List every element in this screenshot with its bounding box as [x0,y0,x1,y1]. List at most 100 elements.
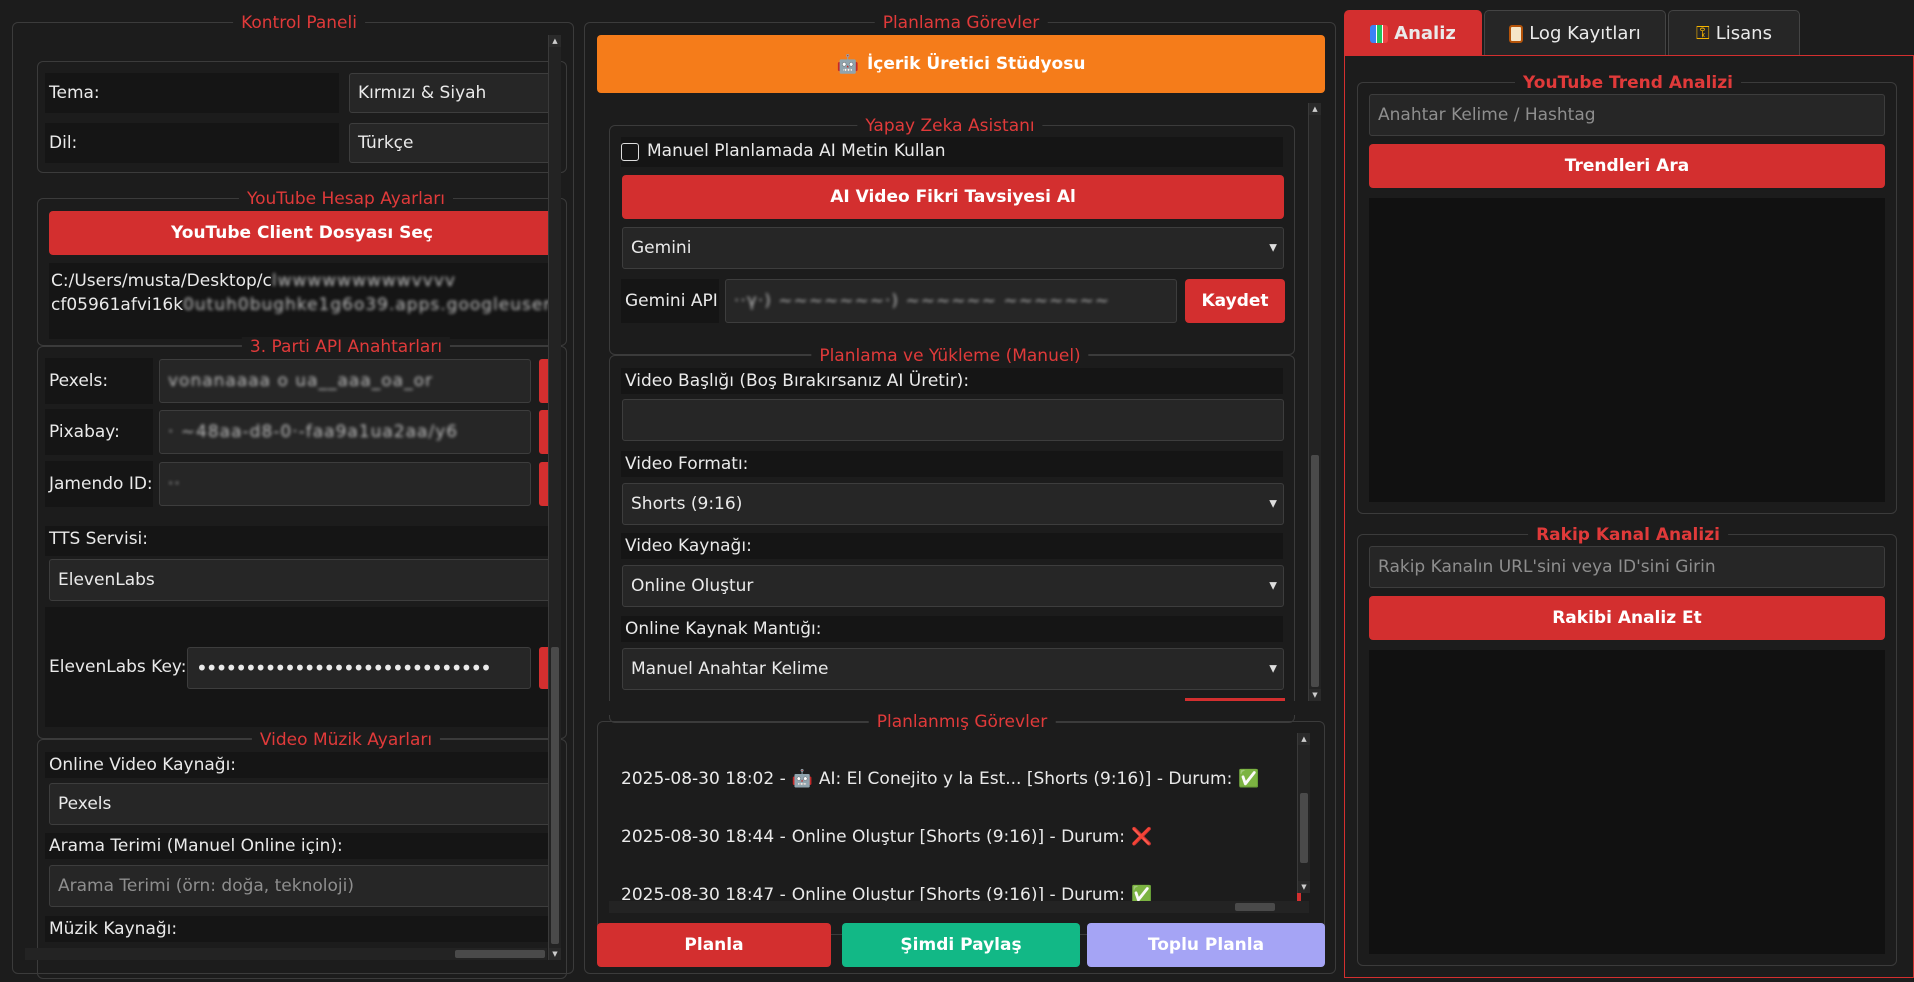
scroll-up-arrow[interactable]: ▲ [1298,733,1310,745]
video-format-value: Shorts (9:16) [631,494,743,514]
content-studio-button[interactable]: 🤖 İçerik Üretici Stüdyosu [597,35,1325,93]
client-path-line2: cf05961afvi16k [51,295,184,315]
language-select[interactable]: Türkçe [349,123,555,163]
search-trends-button[interactable]: Trendleri Ara [1369,144,1885,188]
left-panel-hscroll[interactable] [25,948,547,960]
share-now-button[interactable]: Şimdi Paylaş [842,923,1080,967]
tasks-hscroll-thumb[interactable] [1235,903,1275,911]
planning-panel: Planlama Görevler 🤖 İçerik Üretici Stüdy… [584,13,1336,974]
scroll-up-arrow[interactable]: ▲ [1309,103,1321,115]
chevron-down-icon: ▼ [1269,663,1277,675]
video-format-select[interactable]: Shorts (9:16) ▼ [622,483,1284,525]
elevenlabs-key-input[interactable]: •••••••••••••••••••••••••••••• [187,647,531,689]
analysis-tab-content: YouTube Trend Analizi Anahtar Kelime / H… [1344,55,1914,978]
jamendo-id-input[interactable]: ·· [159,462,531,506]
scroll-down-arrow[interactable]: ▼ [549,948,561,960]
online-logic-label: Online Kaynak Mantığı: [621,616,1283,642]
tts-service-select[interactable]: ElevenLabs [49,559,555,601]
video-title-input[interactable] [622,399,1284,441]
online-logic-select[interactable]: Manuel Anahtar Kelime ▼ [622,648,1284,690]
robot-icon: 🤖 [836,53,859,75]
online-logic-value: Manuel Anahtar Kelime [631,659,829,679]
video-source-value: Online Oluştur [631,576,754,596]
jamendo-label: Jamendo ID: [45,461,153,507]
music-source-label: Müzik Kaynağı: [45,916,555,942]
youtube-client-file-button[interactable]: YouTube Client Dosyası Seç [49,211,555,255]
pixabay-label: Pixabay: [45,409,153,455]
chevron-down-icon: ▼ [1269,242,1277,254]
api-keys-title: 3. Parti API Anahtarları [241,337,451,357]
scroll-up-arrow[interactable]: ▲ [549,35,561,47]
control-panel: Kontrol Paneli Tema: Kırmızı & Siyah Dil… [12,13,574,979]
search-term-label: Arama Terimi (Manuel Online için): [45,833,555,859]
task-list: 2025-08-30 18:02 - 🤖 AI: El Conejito y l… [609,733,1301,911]
video-source-select[interactable]: Online Oluştur ▼ [622,565,1284,607]
video-format-label: Video Formatı: [621,451,1283,477]
key-icon: ⚿ [1696,23,1710,44]
search-term-input[interactable]: Arama Terimi (örn: doğa, teknoloji) [49,865,555,907]
pixabay-key-input[interactable]: · ~48aa-d8-0·-faa9a1ua2aa/y6 [159,410,531,454]
task-item[interactable]: 2025-08-30 18:02 - 🤖 AI: El Conejito y l… [621,769,1259,789]
elevenlabs-key-label: ElevenLabs Key: [45,647,185,687]
tasks-hscroll[interactable] [609,901,1309,913]
ai-model-value: Gemini [631,238,692,258]
task-item[interactable]: 2025-08-30 18:44 - Online Oluştur [Short… [621,827,1152,847]
bulk-plan-button[interactable]: Toplu Planla [1087,923,1325,967]
ai-checkbox-row[interactable]: Manuel Planlamada AI Metin Kullan [621,137,1283,167]
plan-button[interactable]: Planla [597,923,831,967]
analyze-rival-button[interactable]: Rakibi Analiz Et [1369,596,1885,640]
online-video-source-label: Online Video Kaynağı: [45,752,555,778]
ai-text-checkbox-label: Manuel Planlamada AI Metin Kullan [647,141,946,161]
gemini-api-label: Gemini API: [621,279,719,323]
content-studio-label: İçerik Üretici Stüdyosu [866,54,1086,74]
tab-analysis-label: Analiz [1394,23,1456,44]
youtube-client-path: C:/Users/musta/Desktop/clwwwwwwwwwvvvv c… [49,263,555,339]
ai-assistant-title: Yapay Zeka Asistanı [857,116,1043,136]
client-path-line1: C:/Users/musta/Desktop/c [51,271,272,291]
tasks-vscroll-thumb[interactable] [1300,793,1308,863]
trend-keyword-input[interactable]: Anahtar Kelime / Hashtag [1369,94,1885,136]
cross-icon: ❌ [1131,827,1153,847]
tab-license[interactable]: ⚿ Lisans [1668,10,1800,56]
left-panel-vscroll[interactable]: ▲ ▼ [548,35,561,960]
language-label: Dil: [45,123,339,163]
chevron-down-icon: ▼ [1269,498,1277,510]
video-music-title: Video Müzik Ayarları [251,730,441,750]
chart-icon [1370,24,1389,43]
rival-analysis-title: Rakip Kanal Analizi [1528,525,1728,545]
trend-analysis-title: YouTube Trend Analizi [1515,73,1741,93]
gemini-api-input[interactable]: ··γ·) ~~~~~~~·) ~~~~~~ ~~~~~~~ [725,279,1177,323]
theme-select[interactable]: Kırmızı & Siyah [349,73,555,113]
scheduled-tasks-title: Planlanmış Görevler [868,712,1056,732]
ai-video-idea-button[interactable]: AI Video Fikri Tavsiyesi Al [622,175,1284,219]
chevron-down-icon: ▼ [1269,580,1277,592]
check-icon: ✅ [1238,769,1260,789]
scroll-down-arrow[interactable]: ▼ [1298,881,1310,893]
pexels-key-input[interactable]: vonanaaaa o ua__aaa_oa_or [159,359,531,403]
theme-label: Tema: [45,73,339,113]
left-vscroll-thumb[interactable] [551,647,559,944]
rival-channel-input[interactable]: Rakip Kanalın URL'sini veya ID'sini Giri… [1369,546,1885,588]
planning-upload-title: Planlama ve Yükleme (Manuel) [811,346,1089,366]
tab-logs[interactable]: Log Kayıtları [1484,10,1666,56]
video-title-label: Video Başlığı (Boş Bırakırsanız AI Üreti… [621,368,1283,394]
youtube-account-title: YouTube Hesap Ayarları [238,189,454,209]
planning-vscroll[interactable]: ▲ ▼ [1308,103,1321,701]
video-source-label: Video Kaynağı: [621,533,1283,559]
control-panel-title: Kontrol Paneli [233,13,365,33]
planning-vscroll-thumb[interactable] [1311,455,1319,687]
rival-results-area [1369,650,1885,954]
scroll-down-arrow[interactable]: ▼ [1309,689,1321,701]
pexels-label: Pexels: [45,358,153,404]
ai-text-checkbox[interactable] [621,143,639,161]
trend-results-area [1369,198,1885,502]
online-video-source-select[interactable]: Pexels [49,783,555,825]
tasks-vscroll[interactable]: ▲ ▼ [1297,733,1310,893]
tts-service-label: TTS Servisi: [45,526,555,556]
gemini-save-button[interactable]: Kaydet [1185,279,1285,323]
tab-analysis[interactable]: Analiz [1344,10,1482,56]
tab-license-label: Lisans [1715,23,1772,44]
ai-model-select[interactable]: Gemini ▼ [622,227,1284,269]
planning-panel-title: Planlama Görevler [874,13,1048,33]
left-hscroll-thumb[interactable] [455,950,545,958]
